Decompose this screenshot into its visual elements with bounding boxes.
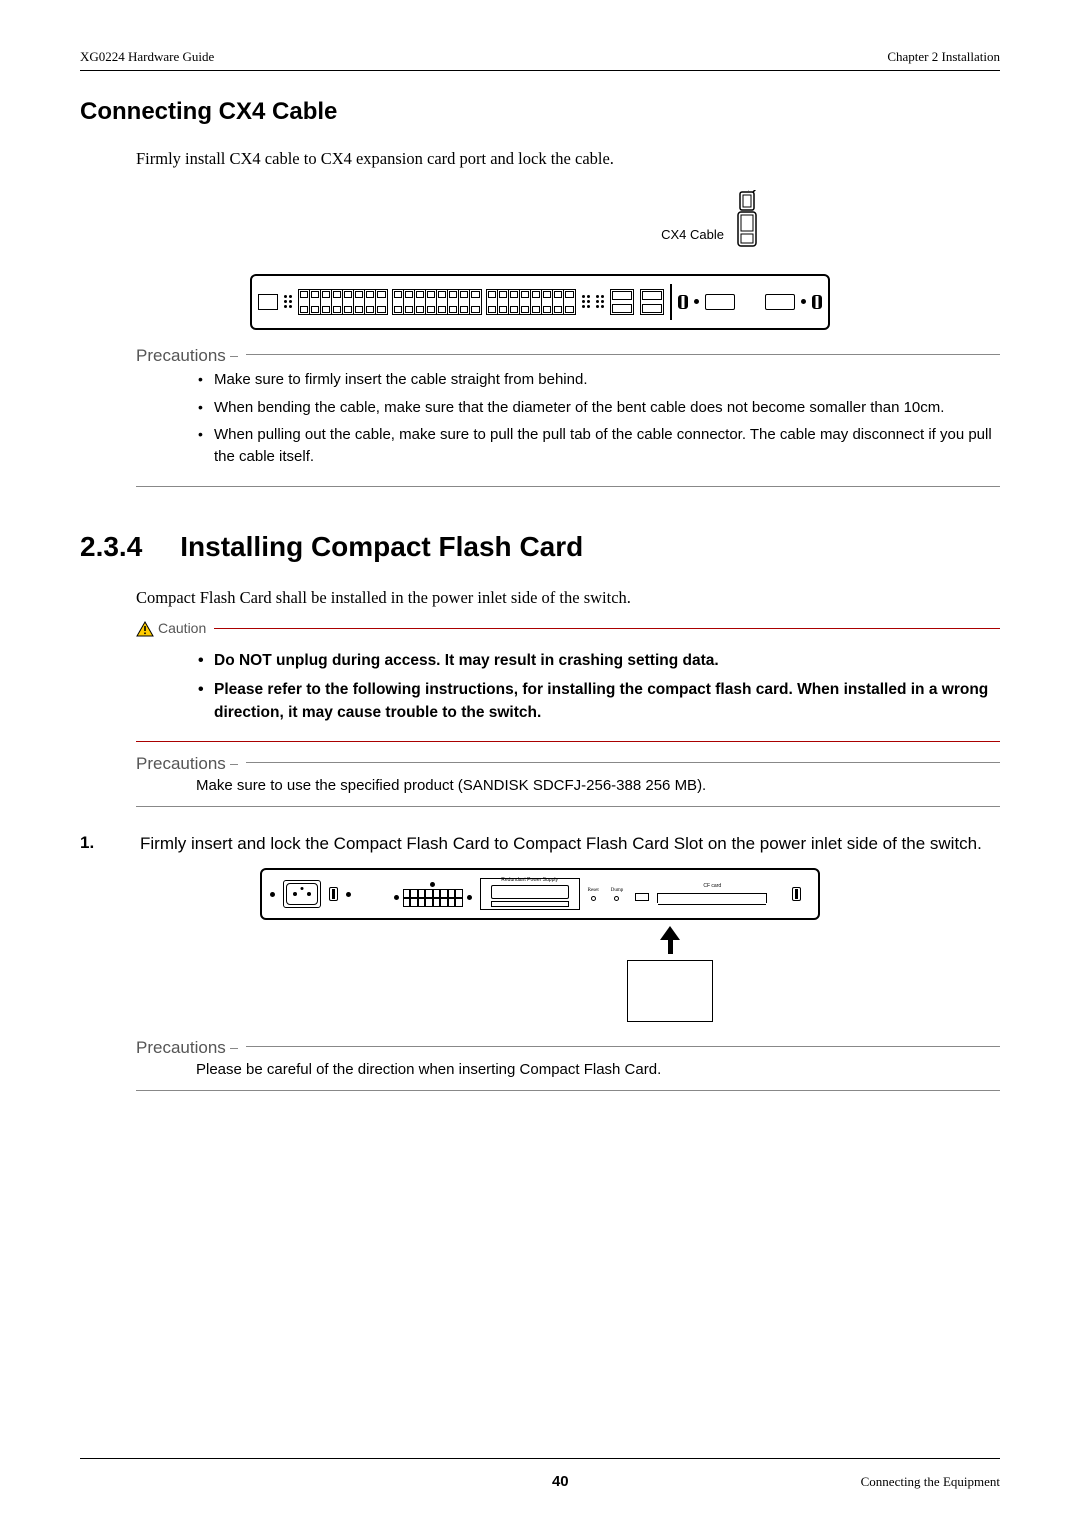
section-number: 2.3.4 [80, 527, 142, 566]
section-cf-intro: Compact Flash Card shall be installed in… [136, 586, 1000, 609]
insert-arrow-icon [627, 926, 713, 1022]
psu-label: Redundant Power Supply [481, 877, 579, 884]
redundant-psu-slot-icon: Redundant Power Supply [480, 878, 580, 910]
dump-label: Dump [611, 887, 624, 894]
cx4-connector-icon [730, 190, 758, 277]
caution-block: Caution Do NOT unplug during access. It … [136, 619, 1000, 741]
precautions-cf-spec: Precautions Make sure to use the specifi… [136, 762, 1000, 807]
step-text: Firmly insert and lock the Compact Flash… [140, 831, 1000, 857]
precaution-text: Please be careful of the direction when … [196, 1061, 661, 1078]
thumbscrew-icon [812, 295, 822, 309]
power-inlet-icon [286, 883, 318, 905]
reset-dump-area: Reset Dump [588, 887, 650, 901]
section-title: Installing Compact Flash Card [180, 527, 583, 566]
thumbscrew-icon [329, 887, 338, 901]
step-number: 1. [80, 831, 100, 857]
thumbscrew-icon [792, 887, 801, 901]
reset-label: Reset [588, 887, 599, 894]
section-cf-heading: 2.3.4 Installing Compact Flash Card [80, 527, 1000, 566]
warning-icon [136, 621, 154, 637]
figure-cx4-cable: CX4 Cable [80, 190, 1000, 330]
precautions-cf-direction: Precautions Please be careful of the dir… [136, 1046, 1000, 1091]
precautions-title: Precautions [136, 752, 246, 776]
page-header: XG0224 Hardware Guide Chapter 2 Installa… [80, 48, 1000, 71]
cx4-cable-label: CX4 Cable [661, 226, 724, 244]
figure-cf-install: Redundant Power Supply Reset Dump CF car… [80, 868, 1000, 1022]
page-footer: 40 Connecting the Equipment [80, 1458, 1000, 1492]
section-cx4-title: Connecting CX4 Cable [80, 95, 1000, 129]
precaution-item: When pulling out the cable, make sure to… [196, 424, 1000, 468]
switch-rear-panel-icon: Redundant Power Supply Reset Dump CF car… [260, 868, 820, 920]
footer-section-name: Connecting the Equipment [861, 1473, 1000, 1491]
step-1: 1. Firmly insert and lock the Compact Fl… [80, 831, 1000, 857]
cf-slot-label: CF card [703, 883, 721, 890]
vent-icon [403, 889, 463, 907]
precaution-item: When bending the cable, make sure that t… [196, 397, 1000, 419]
precautions-title: Precautions [136, 1036, 246, 1060]
precaution-item: Make sure to firmly insert the cable str… [196, 369, 1000, 391]
thumbscrew-icon [678, 295, 688, 309]
header-right: Chapter 2 Installation [887, 48, 1000, 66]
cf-slot-icon [657, 893, 767, 903]
precautions-cx4: Precautions Make sure to firmly insert t… [136, 354, 1000, 487]
header-left: XG0224 Hardware Guide [80, 48, 214, 66]
caution-label: Caution [158, 619, 206, 639]
section-cx4-intro: Firmly install CX4 cable to CX4 expansio… [136, 147, 1000, 170]
caution-item: Do NOT unplug during access. It may resu… [196, 649, 1000, 672]
precautions-title: Precautions [136, 344, 246, 368]
precaution-text: Make sure to use the specified product (… [196, 777, 706, 794]
cf-card-icon [627, 960, 713, 1022]
caution-item: Please refer to the following instructio… [196, 678, 1000, 725]
page-number: 40 [260, 1471, 861, 1492]
switch-front-panel-icon [250, 274, 830, 330]
